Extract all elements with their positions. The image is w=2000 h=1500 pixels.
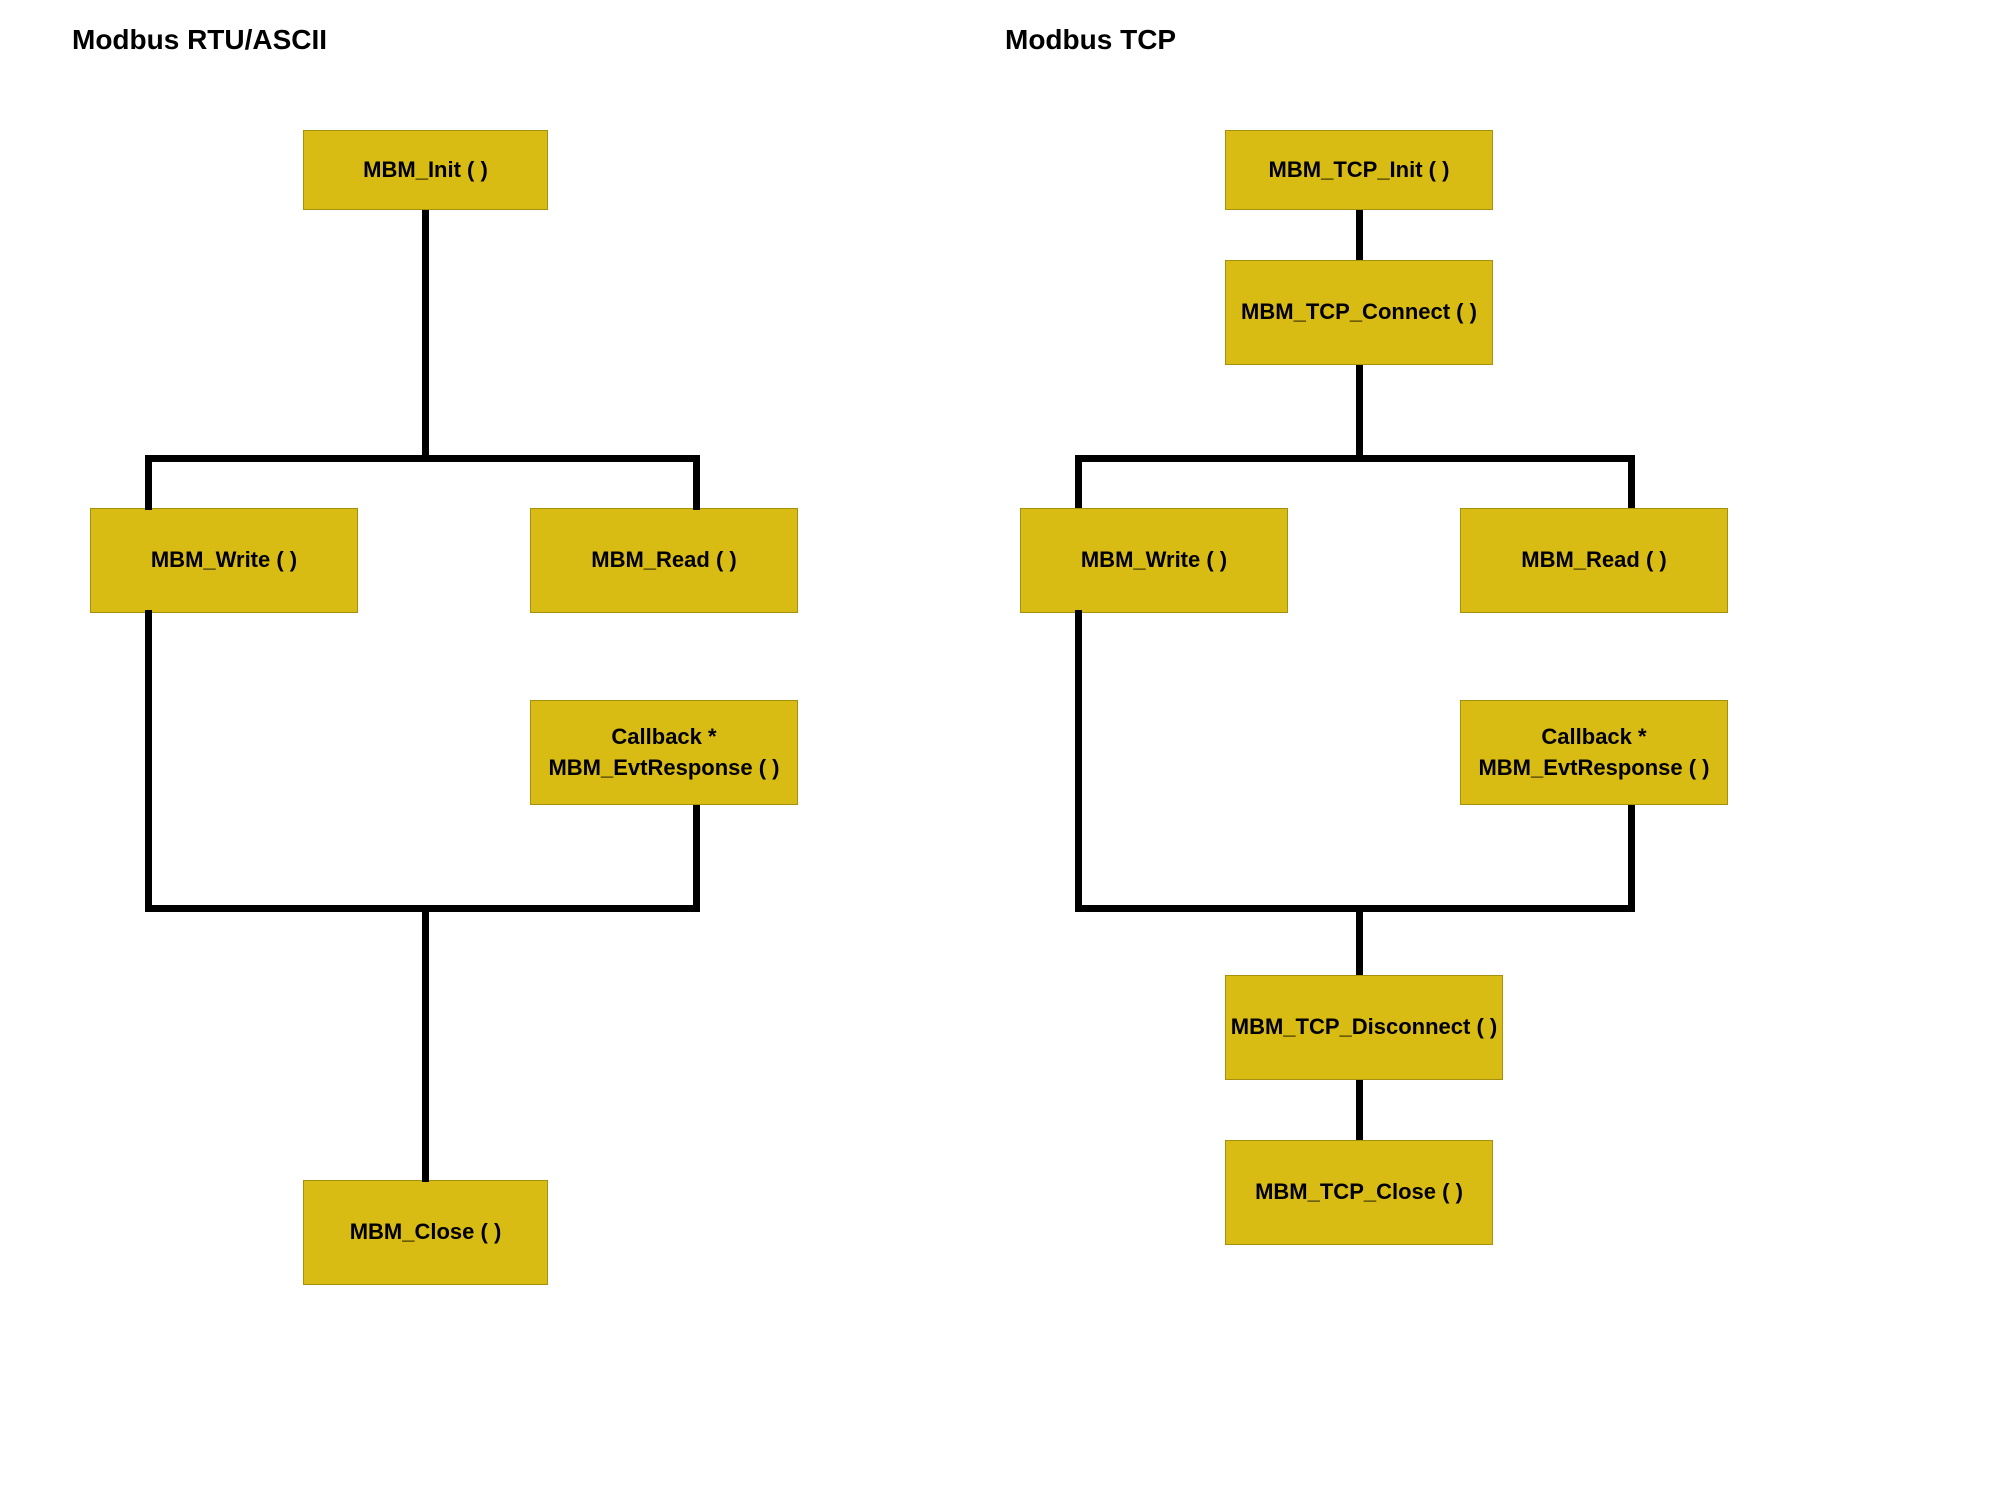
box-tcp-callback: Callback * MBM_EvtResponse ( ): [1460, 700, 1728, 805]
label-tcp-connect: MBM_TCP_Connect ( ): [1241, 297, 1477, 328]
line: [1628, 805, 1635, 910]
label-mbm-write: MBM_Write ( ): [151, 545, 297, 576]
label-mbm-read: MBM_Read ( ): [591, 545, 736, 576]
box-tcp-disconnect: MBM_TCP_Disconnect ( ): [1225, 975, 1503, 1080]
box-tcp-write: MBM_Write ( ): [1020, 508, 1288, 613]
box-tcp-init: MBM_TCP_Init ( ): [1225, 130, 1493, 210]
line: [422, 210, 429, 460]
label-tcp-write: MBM_Write ( ): [1081, 545, 1227, 576]
label-tcp-init: MBM_TCP_Init ( ): [1269, 155, 1450, 186]
label-callback-2: MBM_EvtResponse ( ): [548, 753, 779, 784]
box-mbm-write: MBM_Write ( ): [90, 508, 358, 613]
label-callback-1: Callback *: [611, 722, 716, 753]
line: [693, 455, 700, 510]
label-tcp-callback-2: MBM_EvtResponse ( ): [1478, 753, 1709, 784]
line: [1075, 455, 1635, 462]
label-tcp-read: MBM_Read ( ): [1521, 545, 1666, 576]
line: [1356, 910, 1363, 975]
line: [1356, 210, 1363, 260]
box-mbm-callback: Callback * MBM_EvtResponse ( ): [530, 700, 798, 805]
label-tcp-close: MBM_TCP_Close ( ): [1255, 1177, 1463, 1208]
line: [1075, 455, 1082, 510]
line: [693, 805, 700, 910]
label-tcp-callback-1: Callback *: [1541, 722, 1646, 753]
label-mbm-close: MBM_Close ( ): [350, 1217, 502, 1248]
left-title: Modbus RTU/ASCII: [72, 24, 327, 56]
line: [145, 610, 152, 910]
label-mbm-init: MBM_Init ( ): [363, 155, 488, 186]
line: [1075, 905, 1635, 912]
line: [1628, 455, 1635, 510]
line: [1356, 1080, 1363, 1140]
line: [1356, 365, 1363, 460]
line: [422, 910, 429, 1182]
label-tcp-disconnect: MBM_TCP_Disconnect ( ): [1231, 1012, 1497, 1043]
box-mbm-read: MBM_Read ( ): [530, 508, 798, 613]
line: [1075, 610, 1082, 910]
box-tcp-read: MBM_Read ( ): [1460, 508, 1728, 613]
box-tcp-connect: MBM_TCP_Connect ( ): [1225, 260, 1493, 365]
line: [145, 455, 700, 462]
right-title: Modbus TCP: [1005, 24, 1176, 56]
line: [145, 455, 152, 510]
box-tcp-close: MBM_TCP_Close ( ): [1225, 1140, 1493, 1245]
box-mbm-init: MBM_Init ( ): [303, 130, 548, 210]
box-mbm-close: MBM_Close ( ): [303, 1180, 548, 1285]
